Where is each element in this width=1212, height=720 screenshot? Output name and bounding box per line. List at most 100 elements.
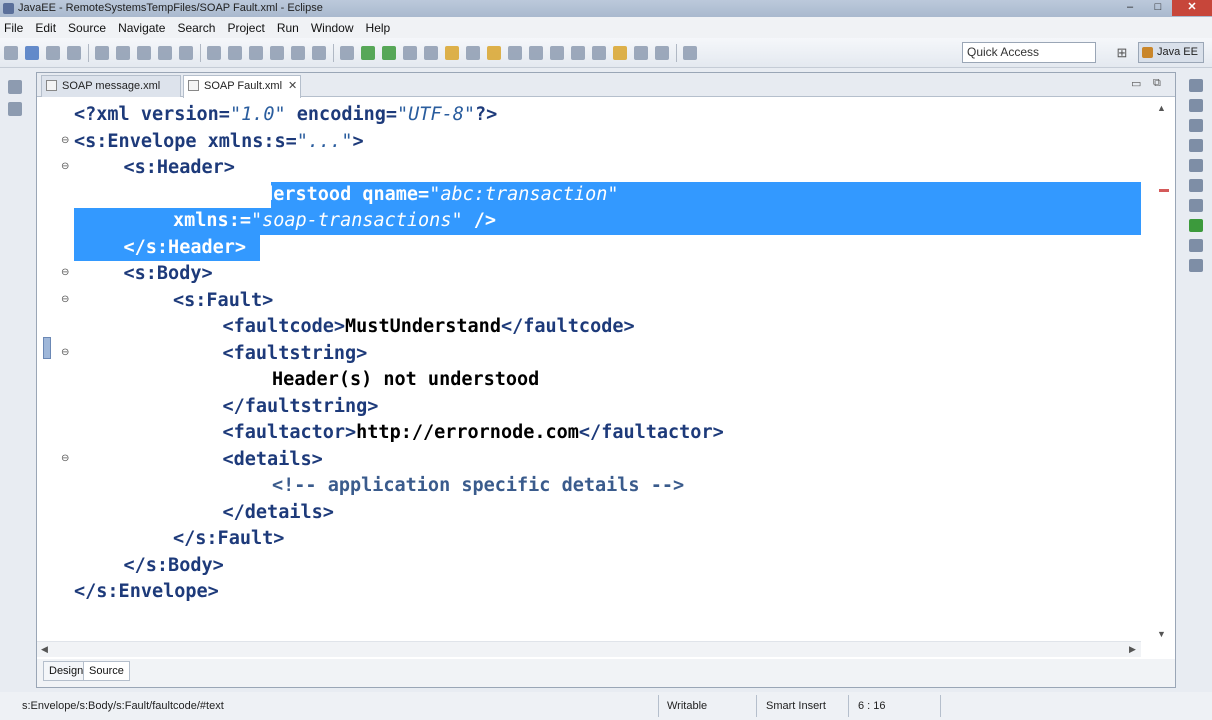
tab-soap-message-xml[interactable]: SOAP message.xml <box>41 75 181 97</box>
menu-navigate[interactable]: Navigate <box>118 21 165 35</box>
previous-annotation-icon[interactable] <box>571 46 585 60</box>
code-line[interactable]: </details> <box>223 500 334 526</box>
print-icon[interactable] <box>67 46 81 60</box>
block-selection-icon[interactable] <box>179 46 193 60</box>
tab-source[interactable]: Source <box>83 661 130 681</box>
menu-project[interactable]: Project <box>227 21 264 35</box>
status-cursor-position: 6 : 16 <box>858 700 886 712</box>
servers-icon[interactable] <box>1189 199 1203 212</box>
fold-toggle-icon[interactable]: ⊖ <box>61 161 69 172</box>
step-into-icon[interactable] <box>270 46 284 60</box>
properties-icon[interactable] <box>1189 179 1203 192</box>
console-icon[interactable] <box>1189 259 1203 272</box>
tab-close-icon[interactable]: ✕ <box>288 80 297 92</box>
restore-icon[interactable] <box>1189 139 1203 152</box>
tab-label: SOAP message.xml <box>62 80 161 92</box>
scroll-up-icon[interactable]: ▲ <box>1157 103 1166 113</box>
fold-toggle-icon[interactable]: ⊖ <box>61 347 69 358</box>
menu-window[interactable]: Window <box>311 21 354 35</box>
console-icon[interactable] <box>683 46 697 60</box>
code-line[interactable]: <s:Envelope xmlns:s="..."> <box>74 129 364 155</box>
scroll-down-icon[interactable]: ▼ <box>1157 629 1166 639</box>
minimize-button[interactable]: – <box>1116 0 1144 16</box>
debug-icon[interactable] <box>382 46 396 60</box>
restore-icon[interactable] <box>8 80 22 94</box>
perspective-java-ee[interactable]: Java EE <box>1138 42 1204 63</box>
scroll-left-icon[interactable]: ◀ <box>41 644 48 655</box>
step-over-icon[interactable] <box>291 46 305 60</box>
step-return-icon[interactable] <box>312 46 326 60</box>
open-type-icon[interactable] <box>487 46 501 60</box>
menu-search[interactable]: Search <box>177 21 215 35</box>
save-all-icon[interactable] <box>46 46 60 60</box>
pin-icon[interactable] <box>592 46 606 60</box>
skip-breakpoints-icon[interactable] <box>207 46 221 60</box>
new-icon[interactable] <box>4 46 18 60</box>
minimize-view-icon[interactable]: ▭ <box>1131 77 1141 90</box>
coverage-icon[interactable] <box>403 46 417 60</box>
fold-toggle-icon[interactable]: ⊖ <box>61 294 69 305</box>
maximize-view-icon[interactable]: ⧉ <box>1153 77 1161 90</box>
menu-help[interactable]: Help <box>366 21 391 35</box>
code-line[interactable]: </s:Envelope> <box>74 579 219 605</box>
terminate-icon[interactable] <box>249 46 263 60</box>
fold-toggle-icon[interactable]: ⊖ <box>61 453 69 464</box>
vertical-scrollbar[interactable]: ▲ ▼ <box>1141 97 1175 641</box>
menu-source[interactable]: Source <box>68 21 106 35</box>
horizontal-scrollbar[interactable]: ◀ ▶ <box>37 641 1141 657</box>
code-line[interactable]: <!-- application specific details --> <box>272 473 684 499</box>
restore-icon[interactable] <box>1189 79 1203 92</box>
snippets-icon[interactable] <box>1189 239 1203 252</box>
task-list-icon[interactable] <box>1189 119 1203 132</box>
forward-icon[interactable] <box>655 46 669 60</box>
new-java-class-icon[interactable] <box>424 46 438 60</box>
overview-ruler-mark[interactable] <box>1159 189 1169 192</box>
code-line[interactable]: </s:Body> <box>124 553 224 579</box>
new-package-icon[interactable] <box>445 46 459 60</box>
code-line[interactable]: </s:Fault> <box>173 526 284 552</box>
tab-soap-fault-xml[interactable]: SOAP Fault.xml ✕ <box>183 75 301 98</box>
run-icon[interactable] <box>361 46 375 60</box>
code-line[interactable]: <s:Header> <box>124 155 235 181</box>
code-line[interactable]: <faultcode>MustUnderstand</faultcode> <box>223 314 635 340</box>
code-line[interactable]: <f:Misunderstood qname="abc:transaction" <box>173 182 619 208</box>
code-area[interactable]: <?xml version="1.0" encoding="UTF-8"?> <s… <box>73 97 1141 639</box>
outline-icon[interactable] <box>1189 99 1203 112</box>
scroll-right-icon[interactable]: ▶ <box>1129 644 1136 655</box>
markers-icon[interactable] <box>1189 159 1203 172</box>
next-annotation-icon[interactable] <box>550 46 564 60</box>
project-explorer-icon[interactable] <box>8 102 22 116</box>
code-line[interactable]: <s:Fault> <box>173 288 273 314</box>
publish-icon[interactable] <box>116 46 130 60</box>
pen-icon[interactable] <box>529 46 543 60</box>
toggle-mark-icon[interactable] <box>158 46 172 60</box>
quick-access-input[interactable]: Quick Access <box>962 42 1096 63</box>
code-line[interactable]: <details> <box>223 447 323 473</box>
last-edit-location-icon[interactable] <box>613 46 627 60</box>
data-source-icon[interactable] <box>1189 219 1203 232</box>
code-line[interactable]: Header(s) not understood <box>272 367 539 393</box>
menu-edit[interactable]: Edit <box>35 21 56 35</box>
menu-file[interactable]: File <box>4 21 23 35</box>
code-line[interactable]: </faultstring> <box>223 394 379 420</box>
code-line[interactable]: </s:Header> <box>124 235 247 261</box>
external-tools-icon[interactable] <box>340 46 354 60</box>
menu-run[interactable]: Run <box>277 21 299 35</box>
new-web-service-icon[interactable] <box>466 46 480 60</box>
open-perspective-icon[interactable]: ⊞ <box>1110 42 1134 63</box>
close-button[interactable]: ✕ <box>1172 0 1212 16</box>
code-line[interactable]: <faultstring> <box>223 341 368 367</box>
wizard-icon[interactable] <box>137 46 151 60</box>
server-icon[interactable] <box>95 46 109 60</box>
suspend-icon[interactable] <box>228 46 242 60</box>
search-icon[interactable] <box>508 46 522 60</box>
code-line[interactable]: <s:Body> <box>124 261 213 287</box>
fold-toggle-icon[interactable]: ⊖ <box>61 135 69 146</box>
maximize-button[interactable]: □ <box>1144 0 1172 16</box>
code-line[interactable]: <faultactor>http://errornode.com</faulta… <box>223 420 724 446</box>
fold-toggle-icon[interactable]: ⊖ <box>61 267 69 278</box>
code-line[interactable]: xmlns:="soap-transactions" /> <box>173 208 496 234</box>
back-icon[interactable] <box>634 46 648 60</box>
code-line[interactable]: <?xml version="1.0" encoding="UTF-8"?> <box>74 102 497 128</box>
save-icon[interactable] <box>25 46 39 60</box>
